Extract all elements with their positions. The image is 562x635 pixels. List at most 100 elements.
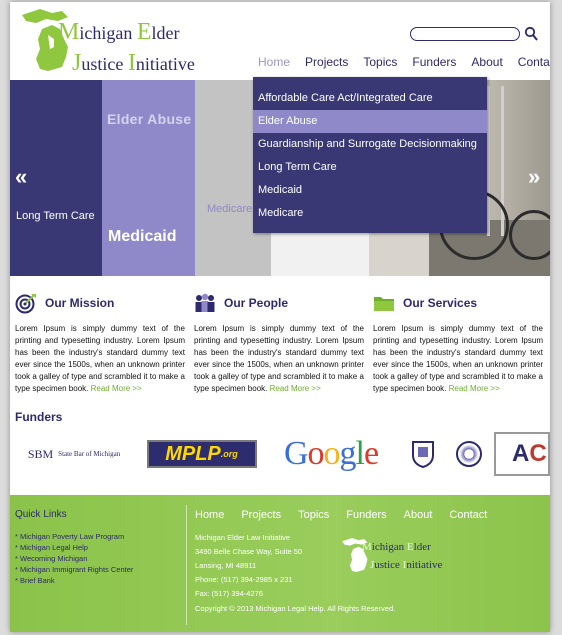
- nav-funders[interactable]: Funders: [412, 55, 456, 73]
- topics-dropdown-menu: Affordable Care Act/Integrated Care Elde…: [253, 77, 487, 233]
- google-logo[interactable]: Google: [272, 432, 390, 476]
- google-letter: l: [355, 435, 366, 472]
- mission-header: Our Mission: [15, 289, 185, 317]
- people-read-more-link[interactable]: Read More >>: [270, 384, 321, 393]
- footer-nav-projects[interactable]: Projects: [241, 509, 281, 521]
- footer-nav-about[interactable]: About: [404, 509, 433, 521]
- dropdown-item-elder-abuse[interactable]: Elder Abuse: [253, 110, 487, 133]
- mission-read-more-link[interactable]: Read More >>: [91, 384, 142, 393]
- seal-logo-1[interactable]: [408, 432, 438, 476]
- logo-word-ustice: ustice: [81, 54, 128, 74]
- address-line: Lansing, MI 48911: [195, 561, 257, 570]
- mission-section: Our Mission Lorem Ipsum is simply dummy …: [15, 289, 185, 395]
- quick-link-item[interactable]: * Brief Bank: [15, 575, 133, 586]
- google-letter: g: [339, 435, 357, 472]
- slide-label-elder-abuse: Elder Abuse: [107, 111, 192, 127]
- mplp-text: MPLP: [165, 442, 221, 465]
- footer-logo-line-2: Justice Initiative: [370, 559, 442, 571]
- address-line: Fax: (517) 394-4276: [195, 589, 263, 598]
- services-read-more-link[interactable]: Read More >>: [449, 384, 500, 393]
- dropdown-item-long-term-care[interactable]: Long Term Care: [253, 156, 487, 179]
- slide-panel-elder-abuse[interactable]: [102, 80, 195, 276]
- nav-about[interactable]: About: [471, 55, 502, 73]
- services-body: Lorem Ipsum is simply dummy text of the …: [373, 324, 543, 393]
- ac-logo[interactable]: AC: [494, 432, 550, 476]
- logo-line-2: Justice Initiative: [72, 50, 195, 77]
- footer-nav-funders[interactable]: Funders: [346, 509, 386, 521]
- mission-body: Lorem Ipsum is simply dummy text of the …: [15, 324, 185, 393]
- quick-links-title: Quick Links: [15, 509, 67, 520]
- mission-title: Our Mission: [45, 296, 115, 310]
- ac-letter-a: A: [512, 440, 530, 467]
- footer: Quick Links * Michigan Poverty Law Progr…: [10, 495, 550, 632]
- copyright-text: Copyright © 2013 Michigan Legal Help. Al…: [195, 604, 396, 613]
- mplp-badge: MPLP .org: [146, 440, 257, 468]
- nav-home[interactable]: Home: [258, 55, 290, 73]
- quick-link-item[interactable]: * Michigan Immigrant Rights Center: [15, 564, 133, 575]
- page: Michigan Elder Justice Initiative Home P…: [10, 2, 550, 632]
- quick-link-item[interactable]: * Michigan Poverty Law Program: [15, 531, 133, 542]
- target-icon: [15, 294, 36, 314]
- search-input[interactable]: [410, 27, 520, 41]
- footer-nav-home[interactable]: Home: [195, 509, 224, 521]
- footer-nav-topics[interactable]: Topics: [298, 509, 329, 521]
- dropdown-item-guardianship[interactable]: Guardianship and Surrogate Decisionmakin…: [253, 133, 487, 156]
- people-title: Our People: [224, 296, 289, 310]
- footer-logo-word: ichigan: [371, 541, 407, 553]
- sbm-mark: SBM: [27, 446, 54, 461]
- services-text: Lorem Ipsum is simply dummy text of the …: [373, 323, 543, 395]
- quick-link-item[interactable]: * Michigan Legal Help: [15, 542, 133, 553]
- footer-logo-line-1: Michigan Elder: [362, 541, 431, 553]
- nav-projects[interactable]: Projects: [305, 55, 348, 73]
- dropdown-item-affordable-care[interactable]: Affordable Care Act/Integrated Care: [253, 87, 487, 110]
- footer-logo[interactable]: Michigan Elder Justice Initiative: [340, 531, 470, 581]
- state-bar-logo[interactable]: SBM State Bar of Michigan: [15, 432, 133, 476]
- people-header: Our People: [194, 289, 364, 317]
- quick-links-list: * Michigan Poverty Law Program * Michiga…: [15, 531, 133, 586]
- services-section: Our Services Lorem Ipsum is simply dummy…: [373, 289, 543, 395]
- logo-line-1: Michigan Elder: [58, 19, 179, 46]
- slider-next-arrow-icon[interactable]: »: [528, 164, 540, 190]
- quick-link-item[interactable]: * Wecoming Michigan: [15, 553, 133, 564]
- google-letter: o: [323, 435, 341, 472]
- logo-cap-j: J: [72, 50, 82, 76]
- crest-icon: [412, 441, 434, 469]
- search-icon[interactable]: [524, 26, 538, 42]
- funders-title: Funders: [15, 410, 63, 424]
- header: Michigan Elder Justice Initiative Home P…: [10, 2, 550, 80]
- sbm-text: State Bar of Michigan: [58, 450, 121, 458]
- main-nav: Home Projects Topics Funders About Conta…: [258, 55, 550, 73]
- slider-prev-arrow-icon[interactable]: «: [15, 164, 27, 190]
- seal-logo-2[interactable]: [454, 432, 484, 476]
- logo-cap-i: I: [127, 50, 136, 76]
- seal-icon: [456, 441, 482, 467]
- services-header: Our Services: [373, 289, 543, 317]
- logo-word-lder: lder: [151, 23, 180, 43]
- people-section: Our People Lorem Ipsum is simply dummy t…: [194, 289, 364, 395]
- folder-icon: [374, 297, 394, 311]
- footer-logo-word: lder: [413, 541, 431, 553]
- footer-nav: Home Projects Topics Funders About Conta…: [195, 509, 504, 521]
- mission-text: Lorem Ipsum is simply dummy text of the …: [15, 323, 185, 395]
- address-block: Michigan Elder Law Initiative 3490 Belle…: [195, 531, 302, 601]
- nav-contact[interactable]: Contact: [518, 55, 550, 73]
- nav-topics[interactable]: Topics: [363, 55, 397, 73]
- mplp-suffix: .org: [220, 449, 238, 459]
- dropdown-item-medicare[interactable]: Medicare: [253, 202, 487, 225]
- slide-label-long-term-care: Long Term Care: [16, 210, 95, 222]
- slide-label-medicaid: Medicaid: [108, 228, 177, 245]
- site-logo[interactable]: Michigan Elder Justice Initiative: [18, 5, 198, 77]
- logo-word-ichigan: ichigan: [79, 23, 137, 43]
- footer-nav-contact[interactable]: Contact: [449, 509, 487, 521]
- logo-cap-m: M: [58, 19, 80, 45]
- footer-logo-cap-e: E: [406, 541, 414, 553]
- people-text: Lorem Ipsum is simply dummy text of the …: [194, 323, 364, 395]
- mplp-logo[interactable]: MPLP .org: [145, 432, 258, 476]
- slide-label-medicare: Medicare: [207, 203, 253, 215]
- people-icon: [195, 293, 215, 312]
- people-body: Lorem Ipsum is simply dummy text of the …: [194, 324, 364, 393]
- footer-divider: [186, 505, 187, 625]
- dropdown-item-medicaid[interactable]: Medicaid: [253, 179, 487, 202]
- address-line: Phone: (517) 394-2985 x 231: [195, 575, 293, 584]
- google-letter: e: [363, 435, 379, 472]
